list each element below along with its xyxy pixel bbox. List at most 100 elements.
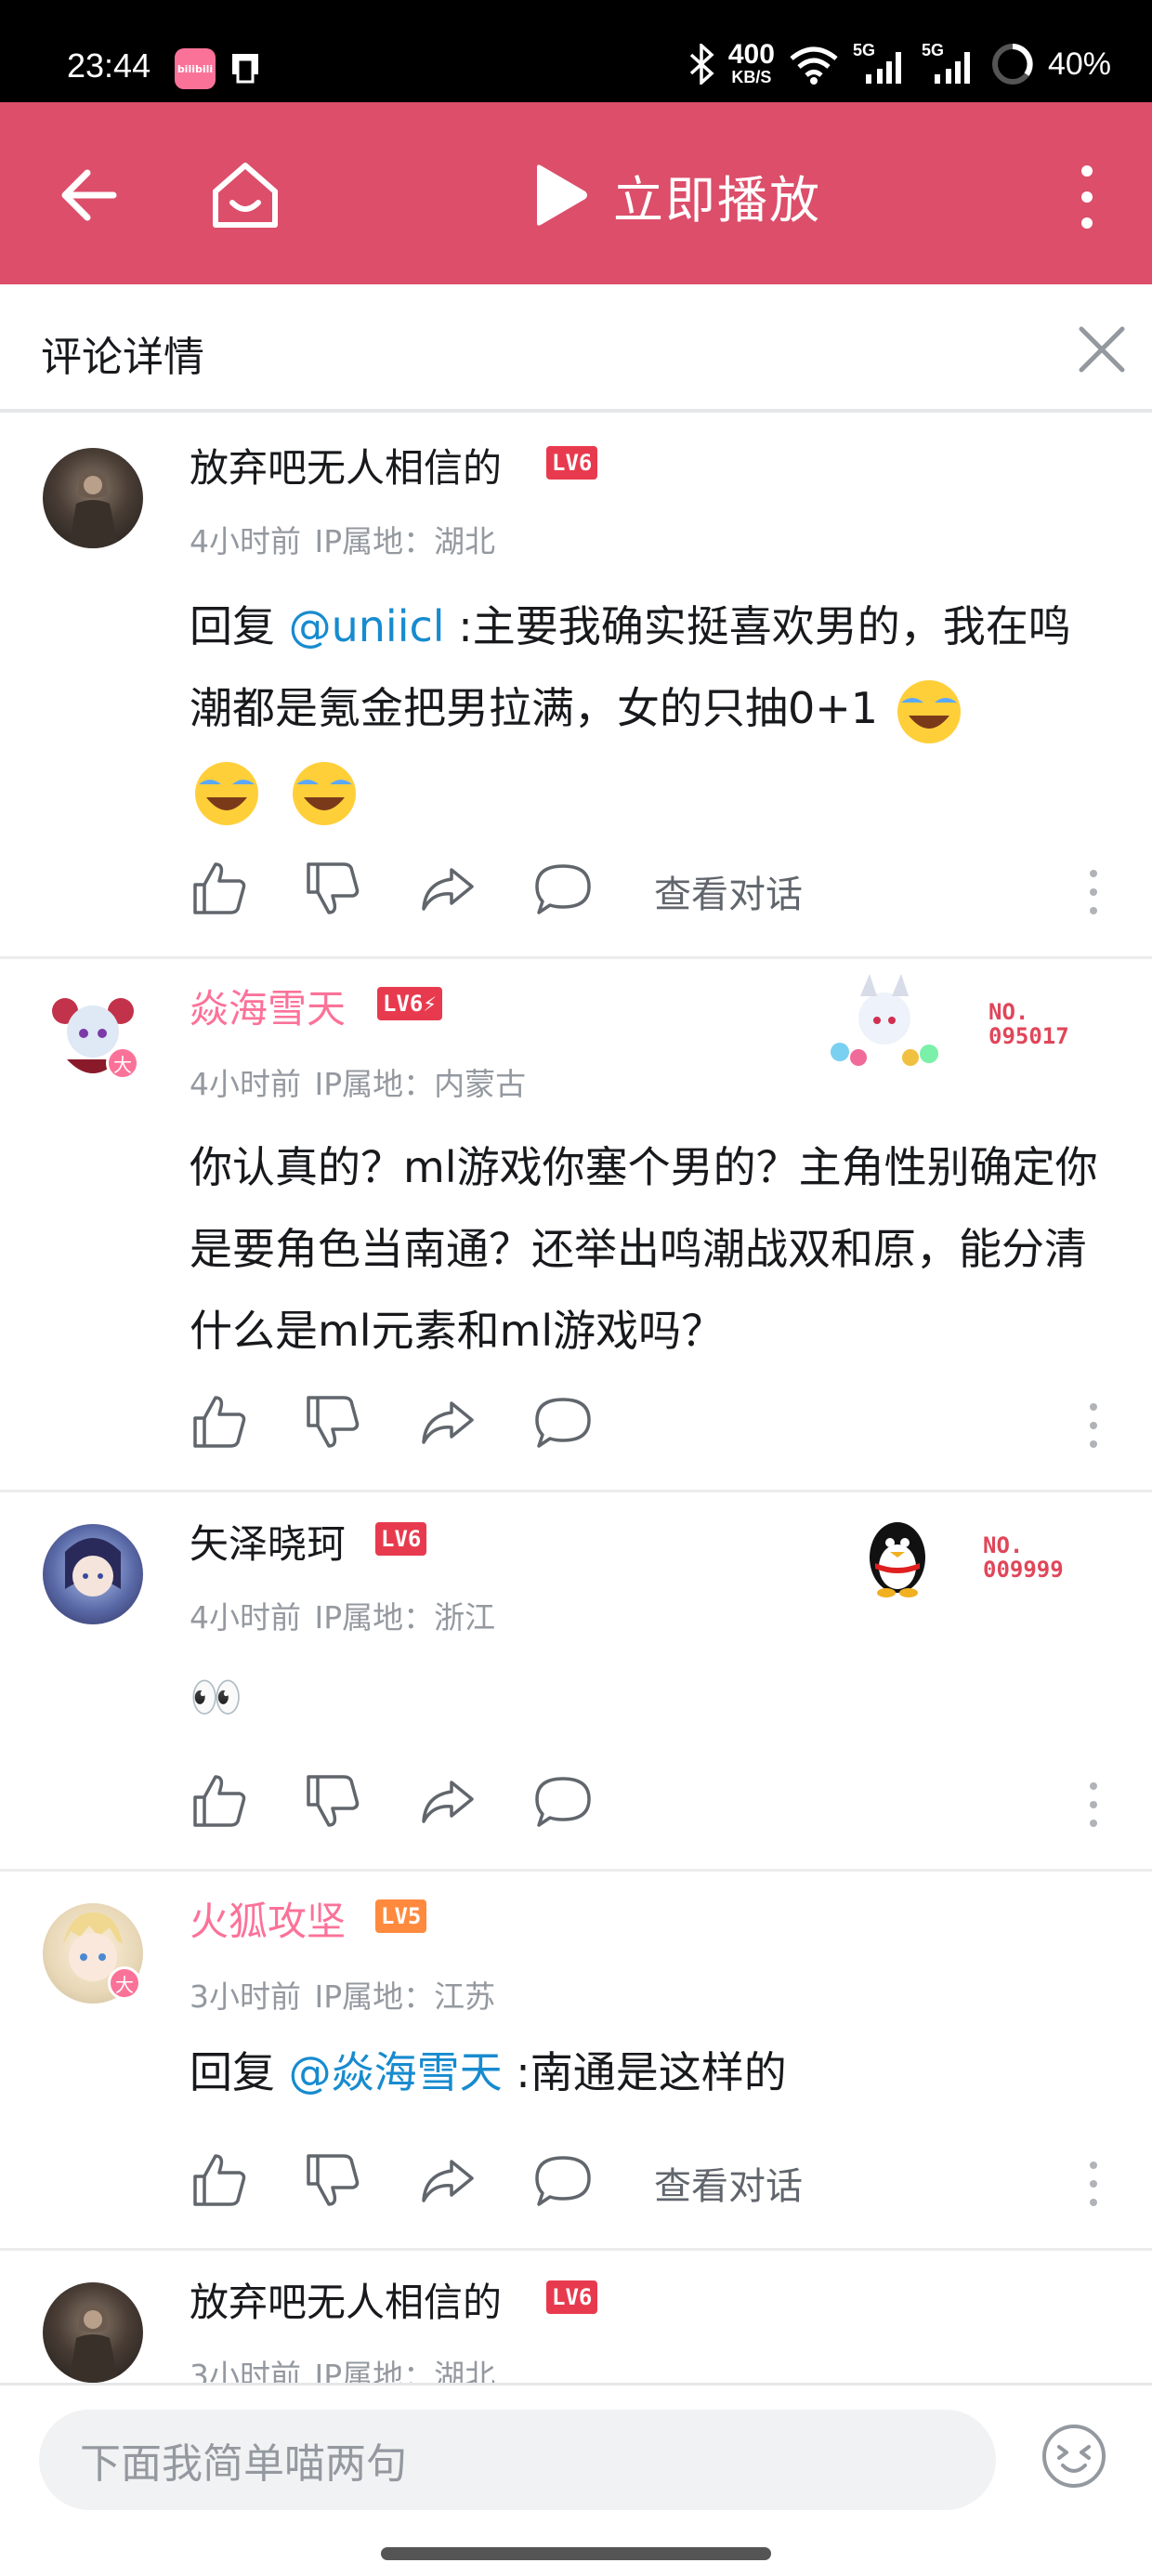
comment-item: 放弃吧无人相信的 LV6 3小时前 IP属地：湖北	[0, 2251, 1152, 2383]
thumb-down-icon[interactable]	[303, 1392, 362, 1452]
play-now-label: 立即播放	[613, 170, 821, 230]
status-bar: 23:44 bilibili 400 KB/S 5G 5G 40%	[0, 0, 1152, 102]
mention-link[interactable]: @uniicl	[289, 601, 445, 651]
wifi-icon	[790, 46, 838, 85]
avatar-figure	[65, 1538, 121, 1597]
comment-meta: 3小时前 IP属地：湖北	[190, 2351, 495, 2383]
close-icon[interactable]	[1076, 323, 1128, 375]
level-badge: LV5	[375, 1899, 427, 1933]
emoji-face-icon[interactable]	[1041, 2423, 1107, 2490]
play-now-button[interactable]: 立即播放	[530, 158, 821, 232]
status-time: 23:44	[67, 46, 151, 85]
comment-time: 3小时前	[190, 1978, 301, 2015]
chat-bubble-icon[interactable]	[533, 859, 593, 918]
laugh-cry-emoji-icon	[195, 761, 258, 825]
video-top-bar: 立即播放	[0, 102, 1152, 284]
comment-text: 你认真的？ml游戏你塞个男的？主角性别确定你是要角色当南通？还举出鸣潮战双和原，…	[190, 1142, 1098, 1356]
comment-meta: 3小时前 IP属地：江苏	[190, 1972, 495, 2017]
battery-ring-icon	[991, 44, 1033, 85]
username[interactable]: 矢泽晓珂	[190, 1513, 346, 1570]
qq-penguin-medal-image	[870, 1522, 925, 1597]
comment-ip: IP属地：浙江	[314, 1599, 496, 1636]
avatar[interactable]: 大	[43, 985, 143, 1085]
comment-list[interactable]: 放弃吧无人相信的 LV6 4小时前 IP属地：湖北 回复 @uniicl :主要…	[0, 416, 1152, 2383]
thumb-down-icon[interactable]	[303, 1771, 362, 1831]
laugh-cry-emoji-icon	[292, 761, 356, 825]
view-dialog-link[interactable]: 查看对话	[654, 2156, 803, 2210]
vip-badge: 大	[106, 1046, 139, 1080]
share-arrow-icon[interactable]	[418, 1771, 478, 1831]
share-arrow-icon[interactable]	[418, 1392, 478, 1452]
avatar[interactable]	[43, 448, 143, 548]
avatar[interactable]: 大	[43, 1903, 143, 2004]
comment-time: 4小时前	[190, 523, 301, 559]
thumb-down-icon[interactable]	[303, 2150, 362, 2210]
more-vertical-icon[interactable]	[1080, 866, 1107, 918]
page-title: 评论详情	[41, 334, 204, 381]
more-vertical-icon[interactable]	[1080, 1400, 1107, 1452]
username[interactable]: 放弃吧无人相信的	[190, 437, 502, 493]
avatar[interactable]	[43, 1524, 143, 1624]
fan-number: NO. 095017	[988, 999, 1069, 1049]
signal-bars-icon	[934, 52, 970, 84]
bilibili-app-icon: bilibili	[175, 48, 216, 89]
thumb-up-icon[interactable]	[190, 1771, 249, 1831]
comment-time: 4小时前	[190, 1066, 301, 1102]
thumb-down-icon[interactable]	[303, 859, 362, 918]
comment-input-bar: 下面我简单喵两句	[0, 2383, 1152, 2576]
comment-actions: 查看对话	[190, 859, 1109, 924]
comment-actions	[190, 1771, 1109, 1836]
vip-badge: 大	[108, 1966, 141, 2000]
comment-ip: IP属地：湖北	[314, 523, 496, 559]
level-badge: LV6	[546, 446, 598, 480]
chat-bubble-icon[interactable]	[533, 2150, 593, 2210]
thumb-up-icon[interactable]	[190, 1392, 249, 1452]
fan-medal-image	[831, 974, 938, 1066]
chat-bubble-icon[interactable]	[533, 1771, 593, 1831]
mention-link[interactable]: @焱海雪天	[289, 2047, 503, 2097]
home-smile-icon[interactable]	[206, 156, 284, 234]
comment-item: 大 焱海雪天 LV6⚡ NO. 095017 4小时前 IP属地：内蒙古 你认真…	[0, 959, 1152, 1492]
username[interactable]: 放弃吧无人相信的	[190, 2271, 502, 2328]
username[interactable]: 火狐攻坚	[190, 1890, 346, 1947]
comment-text: 👀	[190, 1672, 243, 1722]
share-arrow-icon[interactable]	[418, 859, 478, 918]
comment-meta: 4小时前 IP属地：浙江	[190, 1593, 495, 1637]
thumb-up-icon[interactable]	[190, 859, 249, 918]
comment-ip: IP属地：江苏	[314, 1978, 496, 2015]
notification-icon	[232, 54, 258, 84]
signal-bars-icon	[865, 52, 901, 84]
laugh-cry-emoji-icon	[897, 679, 961, 743]
arrow-left-icon[interactable]	[56, 158, 130, 232]
comment-detail-header: 评论详情	[0, 284, 1152, 413]
comment-item: 矢泽晓珂 LV6 NO. 009999 4小时前 IP属地：浙江 👀	[0, 1492, 1152, 1872]
more-vertical-icon[interactable]	[1068, 160, 1106, 234]
home-indicator[interactable]	[381, 2547, 771, 2560]
comment-actions: 查看对话	[190, 2150, 1109, 2215]
comment-input[interactable]: 下面我简单喵两句	[39, 2410, 996, 2510]
more-vertical-icon[interactable]	[1080, 1779, 1107, 1831]
chat-bubble-icon[interactable]	[533, 1392, 593, 1452]
comment-item: 放弃吧无人相信的 LV6 4小时前 IP属地：湖北 回复 @uniicl :主要…	[0, 416, 1152, 959]
level-badge: LV6	[375, 1522, 427, 1556]
username[interactable]: 焱海雪天	[190, 978, 346, 1034]
level-badge: LV6⚡	[377, 987, 442, 1020]
battery-percent: 40%	[1047, 46, 1111, 82]
comment-item: 大 火狐攻坚 LV5 3小时前 IP属地：江苏 回复 @焱海雪天 :南通是这样的…	[0, 1872, 1152, 2251]
view-dialog-link[interactable]: 查看对话	[654, 864, 803, 918]
more-vertical-icon[interactable]	[1080, 2158, 1107, 2210]
bluetooth-icon	[689, 44, 714, 85]
avatar-figure	[69, 470, 119, 548]
avatar[interactable]	[43, 2282, 143, 2383]
level-badge: LV6	[546, 2280, 598, 2314]
comment-text: 回复 @uniicl :主要我确实挺喜欢男的，我在鸣潮都是氪金把男拉满，女的只抽…	[190, 585, 1109, 831]
comment-text: 回复 @焱海雪天 :南通是这样的	[190, 2047, 787, 2097]
fan-number: NO. 009999	[983, 1532, 1064, 1583]
thumb-up-icon[interactable]	[190, 2150, 249, 2210]
comment-ip: IP属地：内蒙古	[314, 1066, 527, 1102]
share-arrow-icon[interactable]	[418, 2150, 478, 2210]
comment-time: 3小时前	[190, 2358, 301, 2383]
net-speed: 400 KB/S	[727, 39, 775, 87]
comment-meta: 4小时前 IP属地：湖北	[190, 517, 495, 561]
play-icon	[537, 164, 587, 226]
